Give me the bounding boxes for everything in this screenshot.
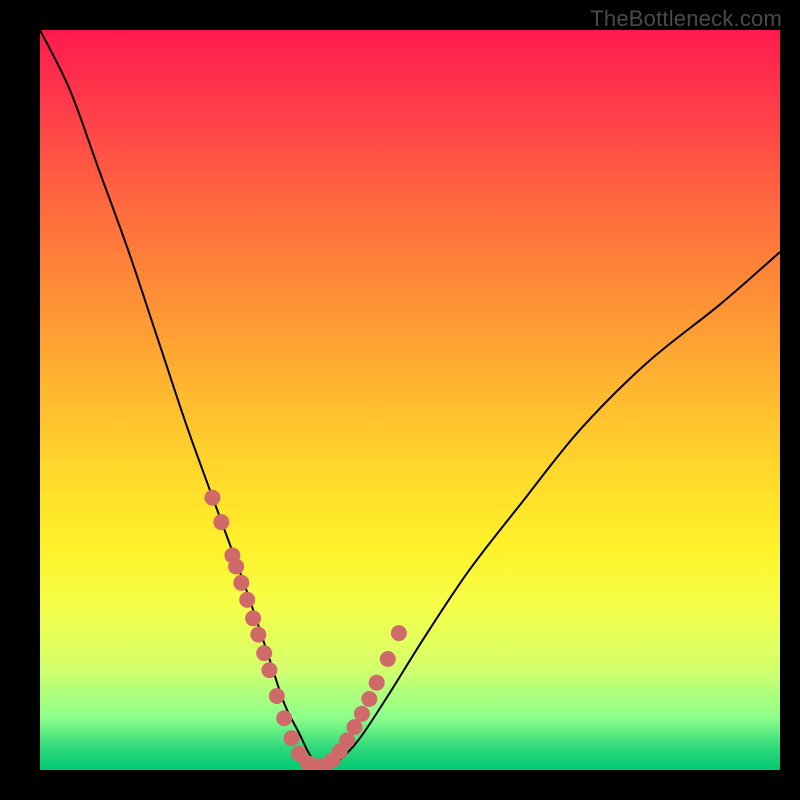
highlight-dot xyxy=(233,575,249,591)
watermark-text: TheBottleneck.com xyxy=(590,6,782,32)
highlight-dot xyxy=(361,691,377,707)
curve-layer xyxy=(40,30,780,770)
highlight-dot xyxy=(261,662,277,678)
highlight-dot xyxy=(269,688,285,704)
highlight-dot xyxy=(228,559,244,575)
highlight-dot xyxy=(391,625,407,641)
highlight-dot xyxy=(204,490,220,506)
highlight-dot xyxy=(354,706,370,722)
bottleneck-curve xyxy=(40,30,780,767)
highlight-dot xyxy=(250,627,266,643)
highlight-dot xyxy=(284,730,300,746)
highlight-dot xyxy=(239,592,255,608)
plot-area xyxy=(40,30,780,770)
chart-frame: TheBottleneck.com xyxy=(0,0,800,800)
highlight-dot xyxy=(369,675,385,691)
highlight-dot xyxy=(276,710,292,726)
highlight-dots xyxy=(204,490,407,770)
highlight-dot xyxy=(380,651,396,667)
highlight-dot xyxy=(213,514,229,530)
highlight-dot xyxy=(256,645,272,661)
highlight-dot xyxy=(245,610,261,626)
